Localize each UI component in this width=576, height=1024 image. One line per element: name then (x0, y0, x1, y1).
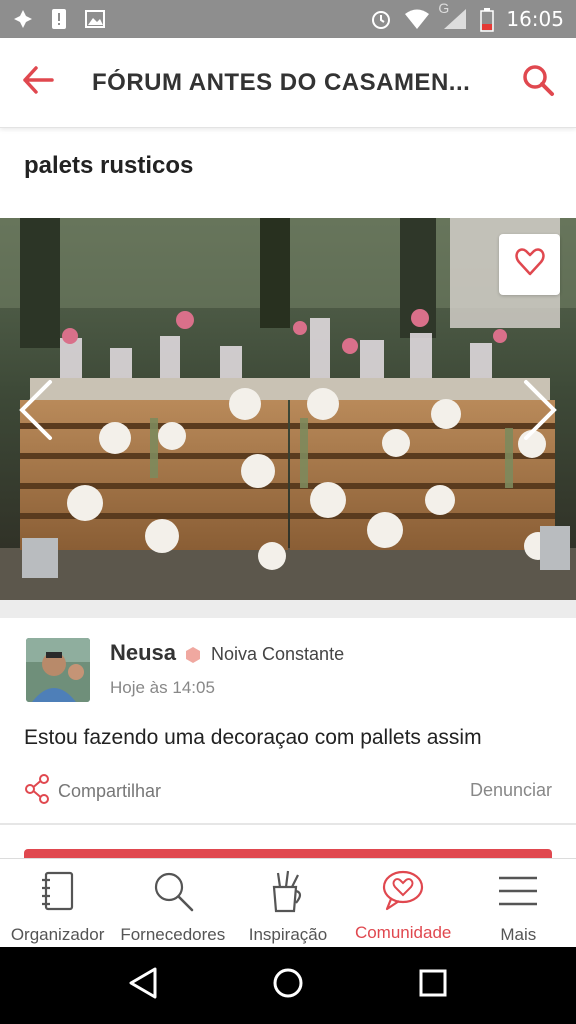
nav-item-inspiracao[interactable]: Inspiração (230, 859, 345, 948)
wifi-icon (404, 8, 430, 30)
back-button[interactable] (0, 38, 76, 128)
battery-icon (480, 8, 495, 32)
report-button[interactable]: Denunciar (470, 780, 552, 801)
nav-item-organizador[interactable]: Organizador (0, 859, 115, 948)
post-body: Estou fazendo uma decoraçao com pallets … (24, 726, 482, 749)
nav-label: Comunidade (354, 923, 452, 942)
author-rank: Noiva Constante (211, 644, 345, 664)
status-time: 16:05 (506, 7, 564, 31)
magnifier-icon (151, 869, 195, 913)
chevron-left-icon (16, 378, 56, 447)
post-title: palets rusticos (24, 152, 194, 179)
image-icon (84, 8, 106, 30)
nav-label: Inspiração (248, 925, 328, 944)
nav-item-comunidade[interactable]: Comunidade (346, 859, 461, 948)
menu-icon (496, 869, 540, 913)
triangle-back-icon (128, 967, 158, 1004)
post-photo[interactable] (0, 218, 576, 600)
notebook-icon (36, 869, 80, 913)
heart-icon (514, 248, 545, 281)
post-timestamp: Hoje às 14:05 (110, 678, 215, 697)
back-arrow-icon (22, 66, 54, 99)
search-button[interactable] (500, 38, 576, 128)
nav-label: Organizador (10, 925, 105, 944)
system-recents-button[interactable] (409, 962, 457, 1010)
previous-image-button[interactable] (14, 378, 58, 447)
nav-item-fornecedores[interactable]: Fornecedores (115, 859, 230, 948)
share-icon (24, 774, 50, 809)
system-navigation-bar (0, 947, 576, 1024)
system-back-button[interactable] (119, 962, 167, 1010)
nav-item-mais[interactable]: Mais (461, 859, 576, 948)
next-image-button[interactable] (518, 378, 562, 447)
page-title: FÓRUM ANTES DO CASAMEN... (92, 68, 471, 96)
signal-icon: G (438, 0, 468, 30)
search-icon (521, 63, 555, 102)
post-author: Neusa Noiva Constante Hoje às 14:05 (26, 636, 556, 706)
app-bar: FÓRUM ANTES DO CASAMEN... (0, 38, 576, 128)
square-recents-icon (419, 969, 447, 1002)
paint-cup-icon (266, 869, 310, 913)
alarm-icon (370, 8, 392, 30)
status-bar: G 16:05 (0, 0, 576, 38)
bottom-navigation: Organizador Fornecedores Inspiração Comu… (0, 858, 576, 948)
nav-label: Mais (500, 925, 537, 944)
nav-label: Fornecedores (120, 925, 226, 944)
pinwheel-icon (12, 8, 34, 30)
divider (0, 823, 576, 825)
post-actions: Compartilhar Denunciar (24, 774, 552, 810)
chevron-right-icon (520, 378, 560, 447)
favorite-button[interactable] (499, 234, 560, 295)
network-type-label: G (438, 0, 450, 16)
avatar[interactable] (26, 638, 90, 702)
share-label: Compartilhar (58, 781, 162, 801)
circle-home-icon (272, 967, 304, 1004)
section-separator (0, 600, 576, 618)
author-name[interactable]: Neusa (110, 640, 176, 666)
share-button[interactable]: Compartilhar (24, 774, 161, 809)
rank-badge-icon (184, 646, 202, 664)
system-home-button[interactable] (264, 962, 312, 1010)
heart-bubble-icon (381, 869, 425, 911)
alert-icon (48, 8, 70, 30)
